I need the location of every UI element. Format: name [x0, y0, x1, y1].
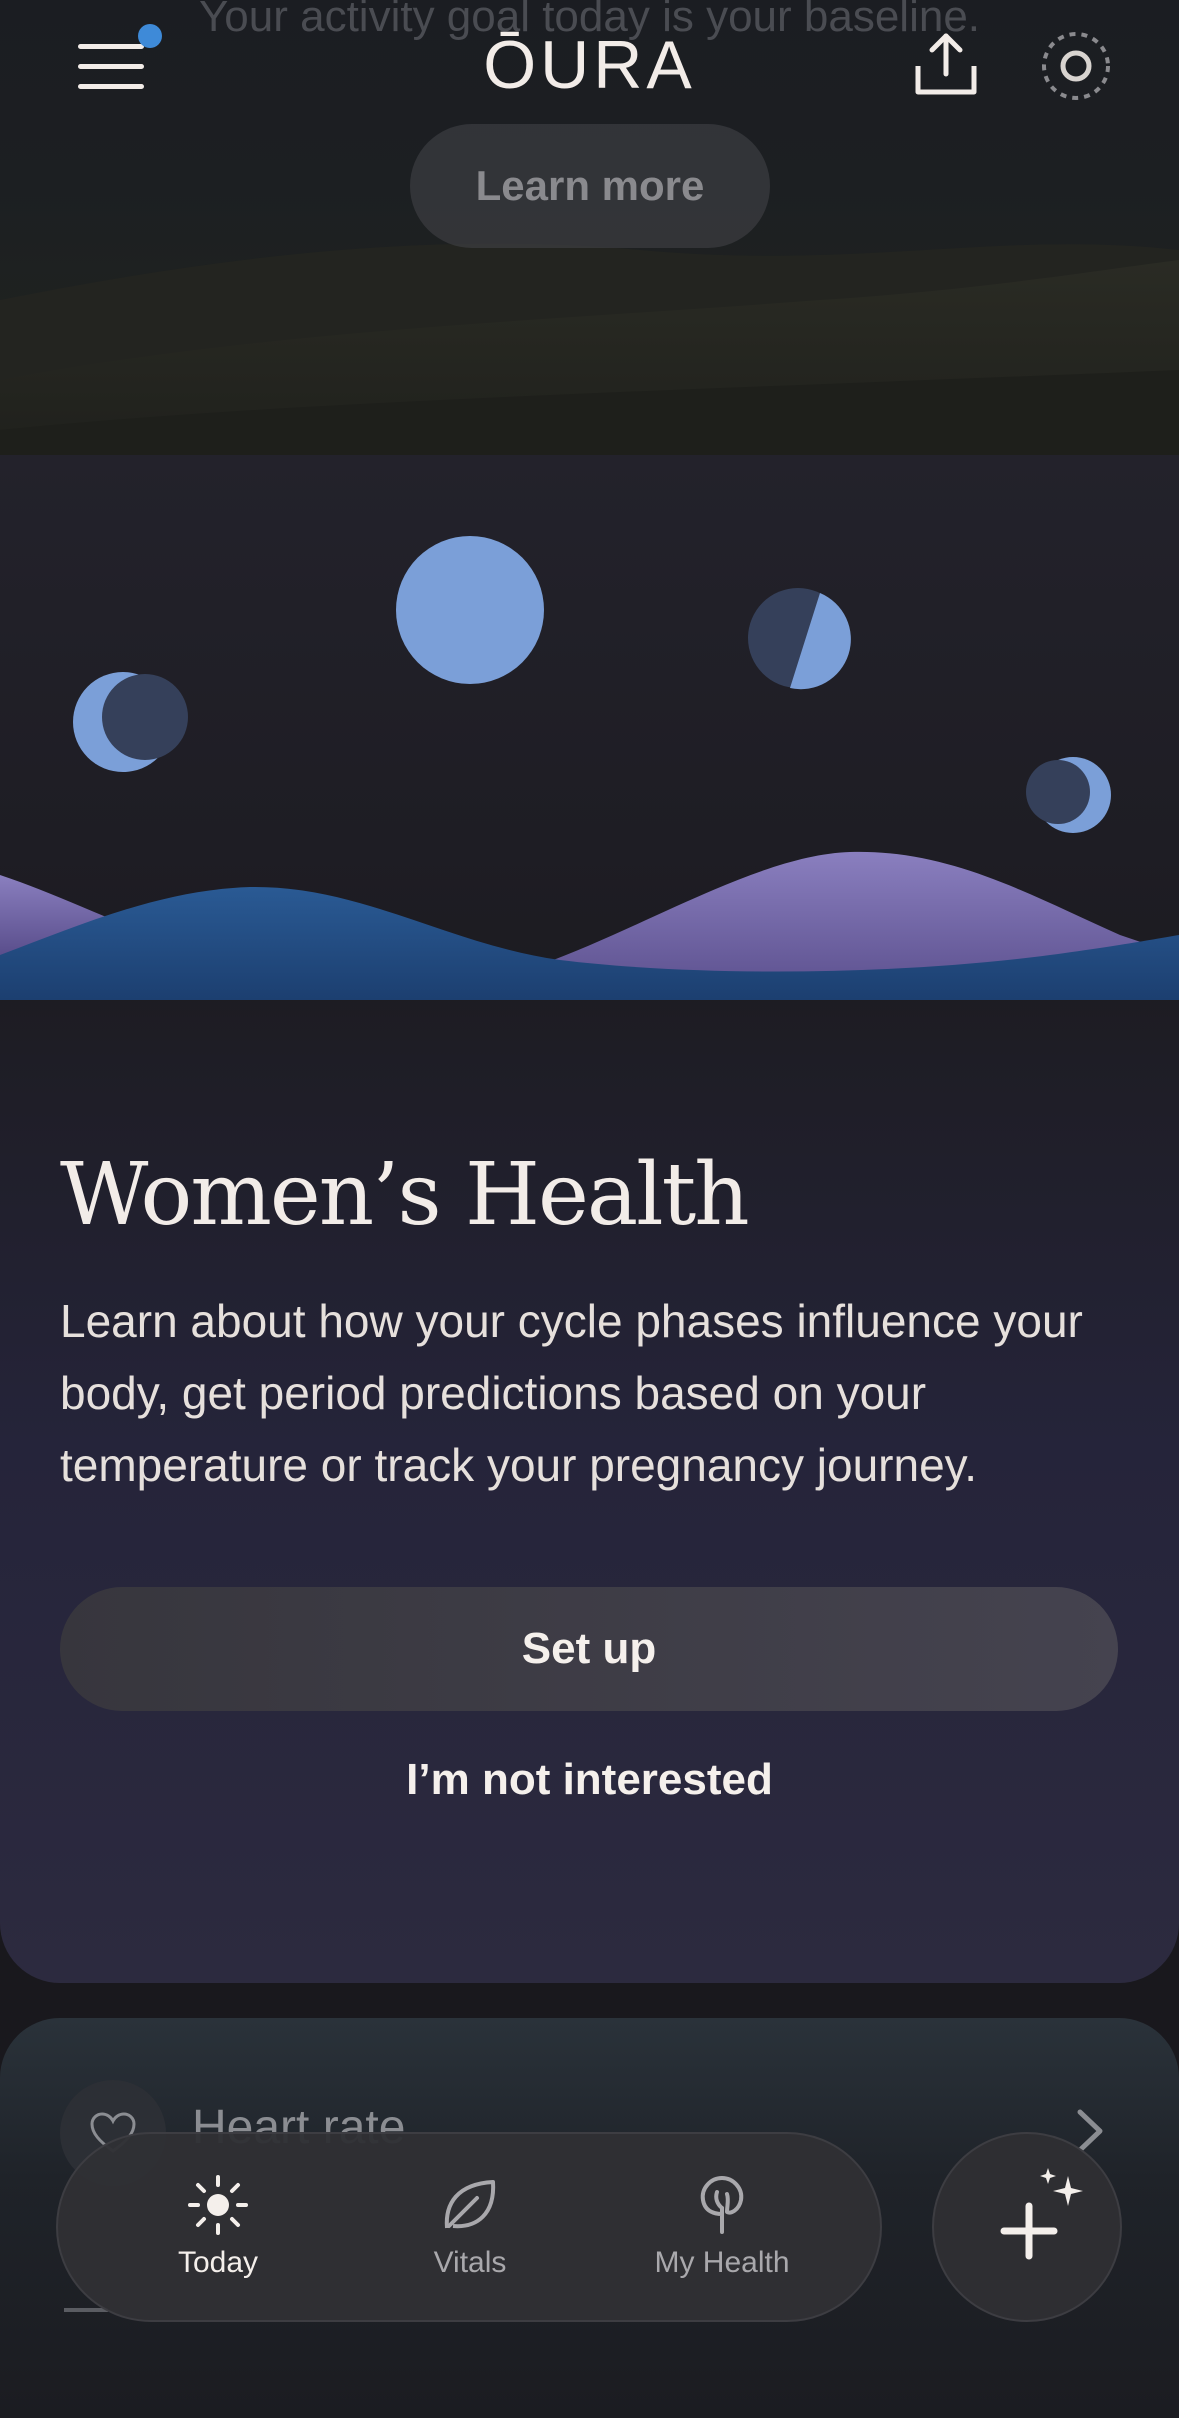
- share-button[interactable]: [910, 28, 982, 100]
- tree-icon: [700, 2176, 744, 2234]
- half-moon-icon: [748, 588, 851, 690]
- bottom-navigation: Today Vitals My Health: [56, 2132, 882, 2322]
- learn-more-button[interactable]: Learn more: [410, 124, 770, 248]
- add-sparkle-icon: [1000, 2168, 1083, 2260]
- ring-status-icon: [1042, 32, 1110, 100]
- add-button[interactable]: [932, 2132, 1122, 2322]
- nav-item-today[interactable]: Today: [108, 2134, 328, 2320]
- womens-health-title: Women’s Health: [60, 1145, 750, 1245]
- sun-icon: [188, 2175, 248, 2235]
- ring-status-button[interactable]: [1040, 30, 1112, 102]
- moon-phases-illustration: [0, 455, 1179, 1000]
- womens-health-description: Learn about how your cycle phases influe…: [60, 1295, 1083, 1491]
- womens-health-card: Women’s Health Learn about how your cycl…: [0, 455, 1179, 1983]
- oura-logo: ŌURA: [483, 27, 696, 103]
- nav-label-today: Today: [177, 2246, 259, 2279]
- leaf-icon: [444, 2180, 496, 2229]
- nav-label-vitals: Vitals: [433, 2246, 507, 2279]
- share-upload-icon: [915, 33, 977, 95]
- top-bar: ŌURA: [0, 0, 1179, 140]
- nav-item-vitals[interactable]: Vitals: [360, 2134, 580, 2320]
- nav-label-my-health: My Health: [654, 2246, 790, 2279]
- full-moon-icon: [396, 536, 544, 684]
- set-up-button[interactable]: Set up: [60, 1587, 1118, 1711]
- not-interested-button[interactable]: I’m not interested: [0, 1755, 1179, 1805]
- nav-item-my-health[interactable]: My Health: [612, 2134, 832, 2320]
